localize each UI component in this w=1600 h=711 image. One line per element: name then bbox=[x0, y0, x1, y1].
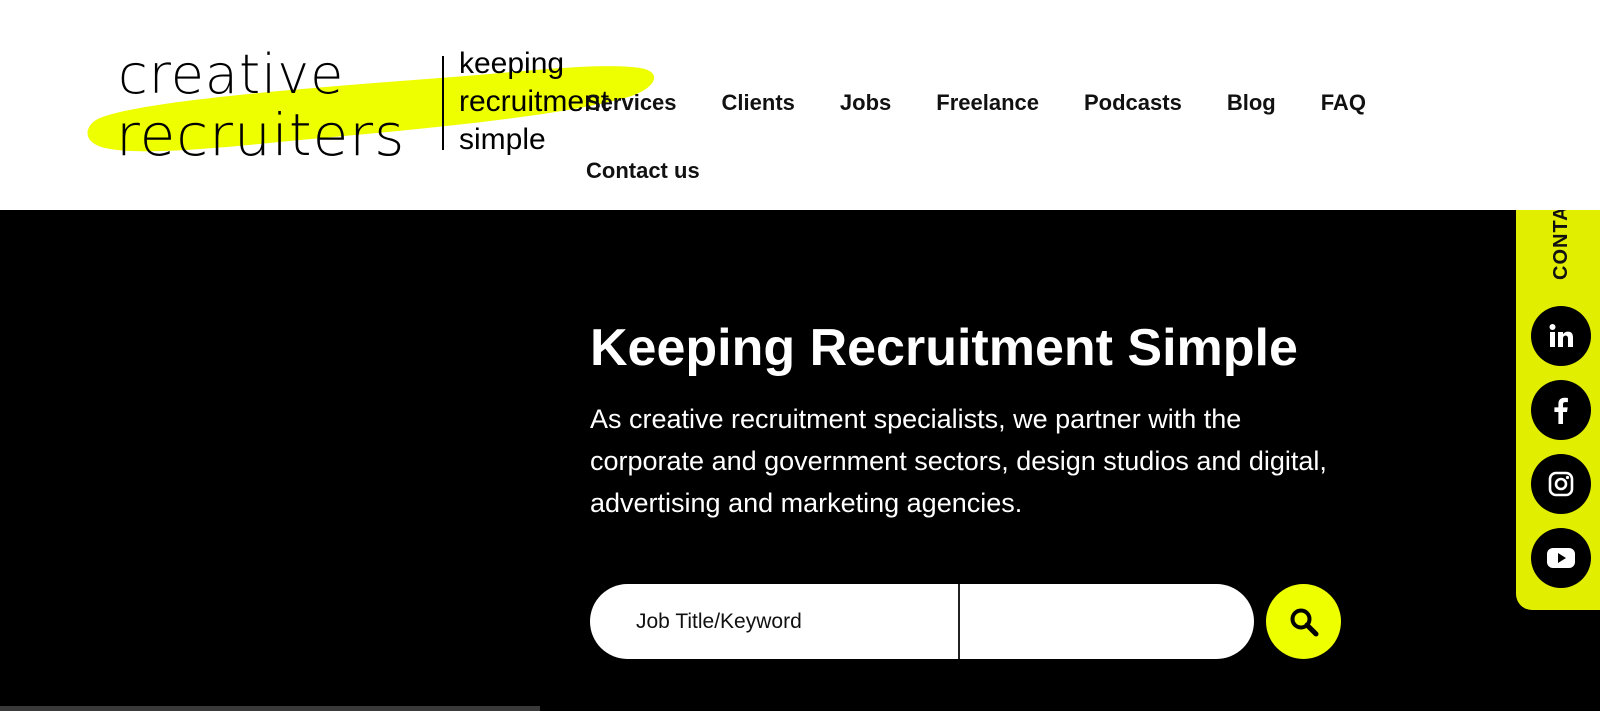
side-contact-tab[interactable]: CONTACT bbox=[1540, 210, 1580, 280]
instagram-icon bbox=[1548, 471, 1574, 497]
logo-tagline-line: keeping bbox=[459, 47, 565, 80]
nav-item-podcasts[interactable]: Podcasts bbox=[1084, 90, 1182, 116]
logo-word-recruiters: recruiters bbox=[116, 101, 406, 169]
facebook-link[interactable] bbox=[1531, 380, 1591, 440]
logo-word-creative: creative bbox=[118, 43, 345, 106]
search-button[interactable] bbox=[1266, 584, 1341, 659]
nav-item-contact-us[interactable]: Contact us bbox=[586, 158, 700, 184]
youtube-link[interactable] bbox=[1531, 528, 1591, 588]
site-logo[interactable]: creative recruiters keeping recruitment … bbox=[80, 40, 660, 165]
nav-item-freelance[interactable]: Freelance bbox=[936, 90, 1039, 116]
linkedin-icon bbox=[1549, 324, 1573, 347]
nav-row: Services Clients Jobs Freelance Podcasts… bbox=[586, 90, 1446, 116]
facebook-icon bbox=[1554, 397, 1568, 424]
location-search-input[interactable] bbox=[960, 584, 1254, 659]
site-header: creative recruiters keeping recruitment … bbox=[0, 0, 1600, 210]
linkedin-link[interactable] bbox=[1531, 306, 1591, 366]
hero-description: As creative recruitment specialists, we … bbox=[590, 404, 1327, 518]
bottom-divider bbox=[0, 706, 540, 711]
main-nav: Services Clients Jobs Freelance Podcasts… bbox=[586, 90, 1446, 184]
nav-item-blog[interactable]: Blog bbox=[1227, 90, 1276, 116]
nav-item-clients[interactable]: Clients bbox=[722, 90, 795, 116]
side-contact-label: CONTACT bbox=[1550, 210, 1572, 280]
hero-section: Keeping Recruitment Simple As creative r… bbox=[0, 210, 1600, 711]
logo-divider bbox=[442, 56, 444, 150]
nav-row: Contact us bbox=[586, 158, 1446, 184]
nav-item-faq[interactable]: FAQ bbox=[1321, 90, 1366, 116]
instagram-link[interactable] bbox=[1531, 454, 1591, 514]
job-search-bar bbox=[590, 584, 1254, 659]
youtube-icon bbox=[1547, 548, 1575, 568]
nav-item-jobs[interactable]: Jobs bbox=[840, 90, 891, 116]
hero-title: Keeping Recruitment Simple bbox=[590, 319, 1298, 377]
search-icon bbox=[1290, 608, 1318, 636]
nav-item-services[interactable]: Services bbox=[586, 90, 677, 116]
keyword-search-input[interactable] bbox=[590, 584, 958, 659]
